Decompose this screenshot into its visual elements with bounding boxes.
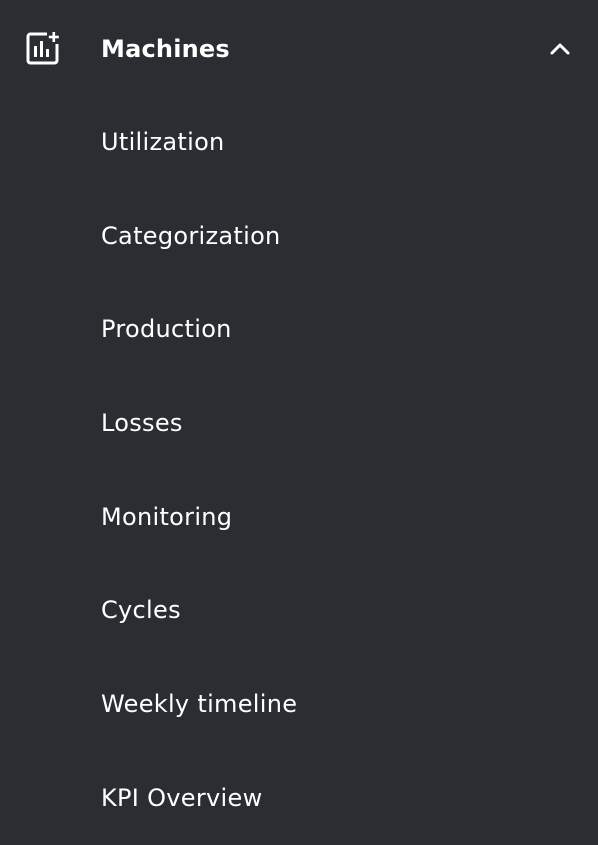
menu-item-kpi-overview[interactable]: KPI Overview <box>0 751 598 845</box>
menu-item-losses[interactable]: Losses <box>0 376 598 470</box>
menu-item-label: Production <box>101 315 232 344</box>
chevron-up-icon[interactable] <box>547 36 573 62</box>
menu-item-label: Cycles <box>101 596 181 625</box>
menu-item-label: Monitoring <box>101 502 233 531</box>
menu-item-label: Losses <box>101 409 183 438</box>
menu-item-production[interactable]: Production <box>0 282 598 376</box>
menu-item-monitoring[interactable]: Monitoring <box>0 470 598 564</box>
menu-item-weekly-timeline[interactable]: Weekly timeline <box>0 657 598 751</box>
menu-item-utilization[interactable]: Utilization <box>0 95 598 189</box>
machines-submenu: Utilization Categorization Production Lo… <box>0 95 598 845</box>
section-title: Machines <box>101 35 230 63</box>
machines-section-header[interactable]: Machines <box>0 0 598 96</box>
menu-item-categorization[interactable]: Categorization <box>0 189 598 283</box>
menu-item-label: Weekly timeline <box>101 690 298 719</box>
menu-item-label: Utilization <box>101 128 225 156</box>
menu-item-label: KPI Overview <box>101 783 263 812</box>
menu-item-label: Categorization <box>101 221 281 250</box>
analytics-chart-sparkle-icon <box>26 31 60 65</box>
machines-nav-menu: Machines Utilization Categorization Prod… <box>0 0 598 838</box>
menu-item-cycles[interactable]: Cycles <box>0 563 598 657</box>
